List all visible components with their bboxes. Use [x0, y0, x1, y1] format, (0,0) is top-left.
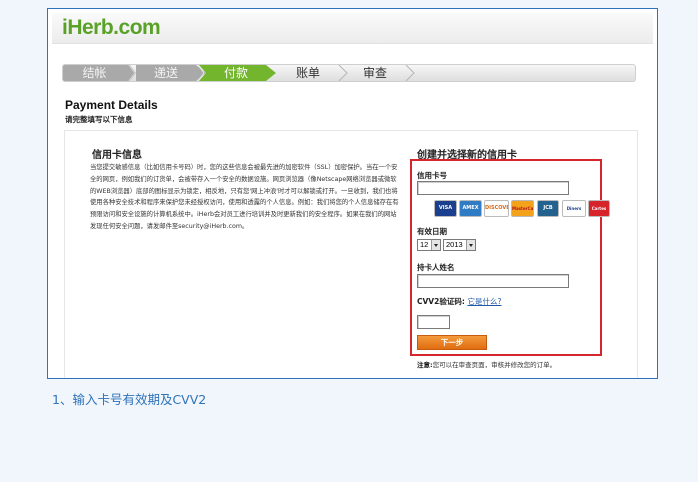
discover-logo-icon: DISCOVER: [484, 200, 509, 217]
step-caption: 1、输入卡号有效期及CVV2: [52, 392, 207, 407]
page-title: Payment Details: [65, 98, 158, 112]
step-label: 递送: [153, 66, 178, 80]
cvv-label: CVV2验证码: 它是什么?: [417, 296, 501, 307]
step-checkout: 结帐: [63, 65, 126, 81]
screenshot-frame: iHerb.com 结帐 递送 付款 账单 审查 Payment Details…: [47, 8, 658, 379]
expiry-label: 有效日期: [417, 227, 447, 236]
expiry-year-value: 2013: [446, 240, 463, 249]
step-separator: [196, 65, 206, 81]
cvv-help-link[interactable]: 它是什么?: [467, 297, 501, 306]
step-billing: 账单: [278, 65, 338, 81]
review-note: 注意:您可以在审查页面，审核并修改您的订单。: [417, 359, 556, 369]
site-header: iHerb.com: [52, 13, 653, 44]
step-label: 付款: [223, 66, 248, 80]
cartes-logo-icon: Cartes: [588, 200, 610, 217]
checkout-progress-bar: 结帐 递送 付款 账单 审查: [62, 64, 636, 82]
card-number-label: 信用卡号: [417, 171, 447, 180]
mastercard-logo-icon: MasterCard: [511, 200, 534, 217]
security-info-text: 当您提交敏感信息（比如信用卡号码）时，您的这些信息会被最先进的加密软件（SSL）…: [90, 164, 399, 230]
info-heading: 信用卡信息: [92, 150, 142, 161]
step-label: 账单: [295, 66, 320, 80]
cardholder-name-input[interactable]: [417, 274, 569, 288]
step-label: 审查: [362, 66, 387, 80]
jcb-logo-icon: JCB: [537, 200, 559, 217]
expiry-year-select[interactable]: 2013: [443, 239, 476, 251]
expiry-month-select[interactable]: 12: [417, 239, 441, 251]
step-delivery: 递送: [136, 65, 196, 81]
step-separator: [266, 65, 276, 81]
step-review: 审查: [345, 65, 405, 81]
expiry-month-value: 12: [420, 240, 429, 249]
cvv-input[interactable]: [417, 315, 450, 329]
visa-logo-icon: VISA: [434, 200, 457, 217]
cardholder-name-label: 持卡人姓名: [417, 263, 455, 272]
chevron-down-icon: [431, 240, 440, 250]
amex-logo-icon: AMEX: [459, 200, 482, 217]
chevron-down-icon: [466, 240, 475, 250]
step-label: 结帐: [82, 66, 107, 80]
step-payment: 付款: [206, 65, 266, 81]
next-step-button[interactable]: 下一步: [417, 335, 487, 350]
card-number-input[interactable]: [417, 181, 569, 195]
note-text: 您可以在审查页面，审核并修改您的订单。: [432, 361, 557, 369]
note-prefix: 注意:: [417, 361, 433, 369]
page-subtitle: 请完整填写以下信息: [65, 115, 133, 124]
iherb-logo[interactable]: iHerb.com: [62, 16, 161, 40]
step-separator: [405, 65, 415, 81]
diners-club-logo-icon: Diners Club: [562, 200, 586, 217]
step-separator: [126, 65, 136, 81]
cvv-label-text: CVV2验证码:: [417, 297, 465, 306]
